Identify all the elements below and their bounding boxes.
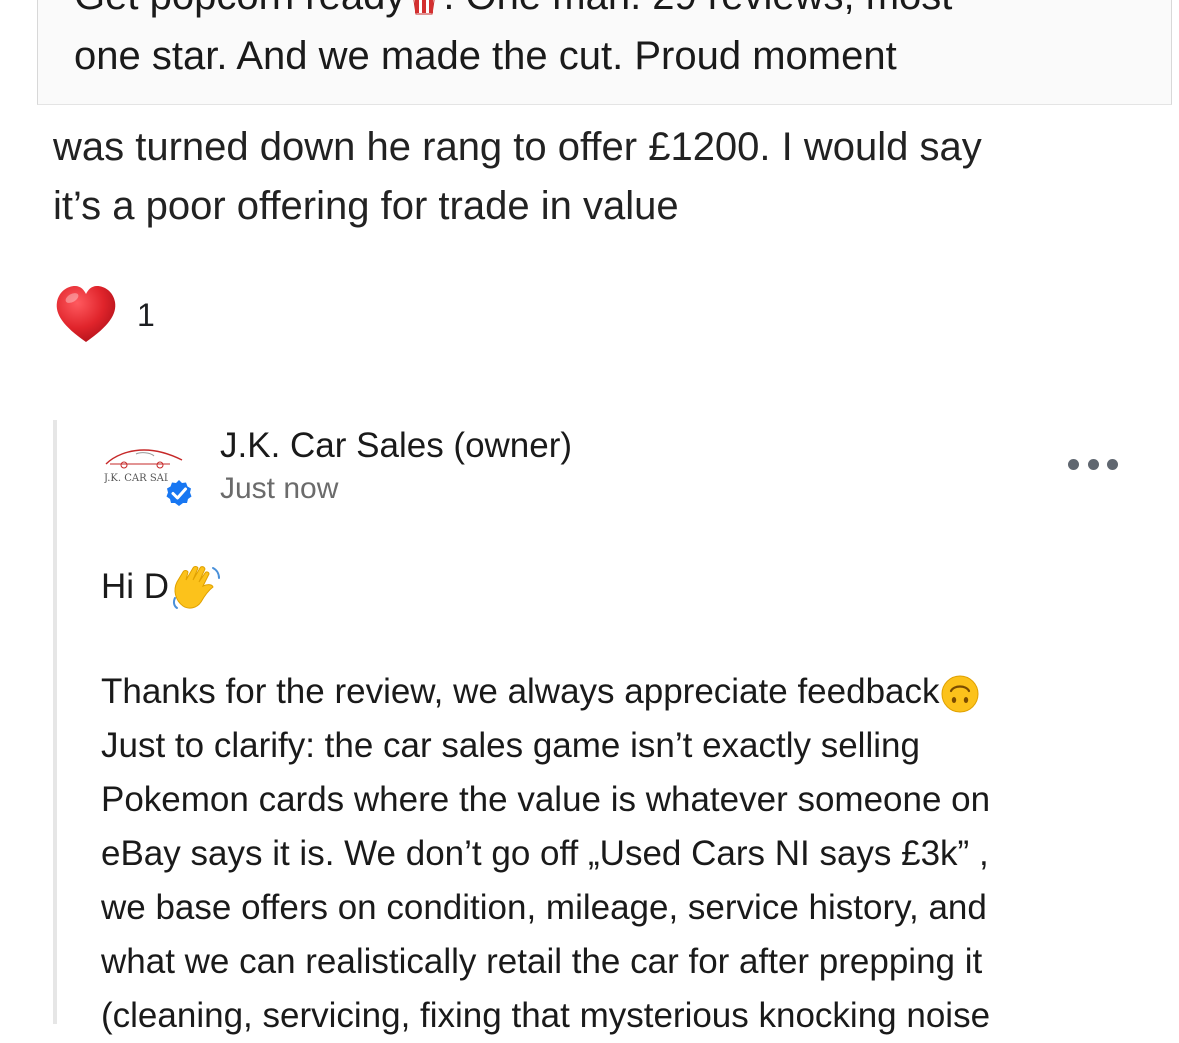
reply-thread-line	[53, 420, 57, 1024]
popcorn-emoji-icon	[413, 0, 435, 15]
reply-line: Just to clarify: the car sales game isn’…	[101, 726, 920, 765]
upside-down-face-emoji-icon	[941, 675, 978, 713]
reaction-count: 1	[137, 296, 155, 333]
reply-greeting: Hi D	[101, 562, 223, 612]
reply-line: (cleaning, servicing, fixing that myster…	[101, 996, 991, 1035]
review-text: was turned down he rang to offer £1200. …	[53, 118, 1133, 236]
avatar-logo-text: J.K. CAR SALES	[104, 473, 168, 484]
reply-line: Thanks for the review, we always appreci…	[101, 665, 1161, 719]
reply-timestamp[interactable]: Just now	[220, 470, 338, 508]
verified-badge-icon	[164, 478, 194, 508]
waving-hand-emoji-icon	[173, 566, 221, 609]
reply-line: we base offers on condition, mileage, se…	[101, 888, 987, 927]
review-line: was turned down he rang to offer £1200. …	[53, 125, 982, 169]
reaction-summary[interactable]: 1	[53, 282, 155, 348]
car-logo-icon	[105, 449, 183, 469]
more-dot-icon	[1107, 458, 1118, 470]
more-options-button[interactable]	[1068, 450, 1118, 478]
more-dot-icon	[1068, 458, 1079, 470]
pinned-line-2: one star. And we made the cut. Proud mom…	[74, 34, 897, 78]
reply-author-name[interactable]: J.K. Car Sales (owner)	[220, 424, 572, 468]
reply-line: Pokemon cards where the value is whateve…	[101, 780, 991, 819]
heart-icon	[56, 286, 116, 342]
pinned-post-snippet[interactable]: Get popcorn ready . One man. 29 reviews,…	[37, 0, 1172, 105]
more-dot-icon	[1087, 458, 1099, 470]
reply-line: eBay says it is. We don’t go off „Used C…	[101, 834, 989, 873]
pinned-line-1: Get popcorn ready . One man. 29 reviews,…	[74, 0, 952, 20]
greeting-text: Hi D	[101, 567, 170, 606]
review-line: it’s a poor offering for trade in value	[53, 184, 679, 228]
reply-line: what we can realistically retail the car…	[101, 942, 983, 981]
pinned-line-1-tail: . One man. 29 reviews, most	[443, 0, 952, 18]
pinned-line-1-text: Get popcorn ready	[74, 0, 405, 18]
reply-line-text: Thanks for the review, we always appreci…	[101, 672, 940, 711]
reply-body: Thanks for the review, we always appreci…	[101, 665, 1161, 1043]
